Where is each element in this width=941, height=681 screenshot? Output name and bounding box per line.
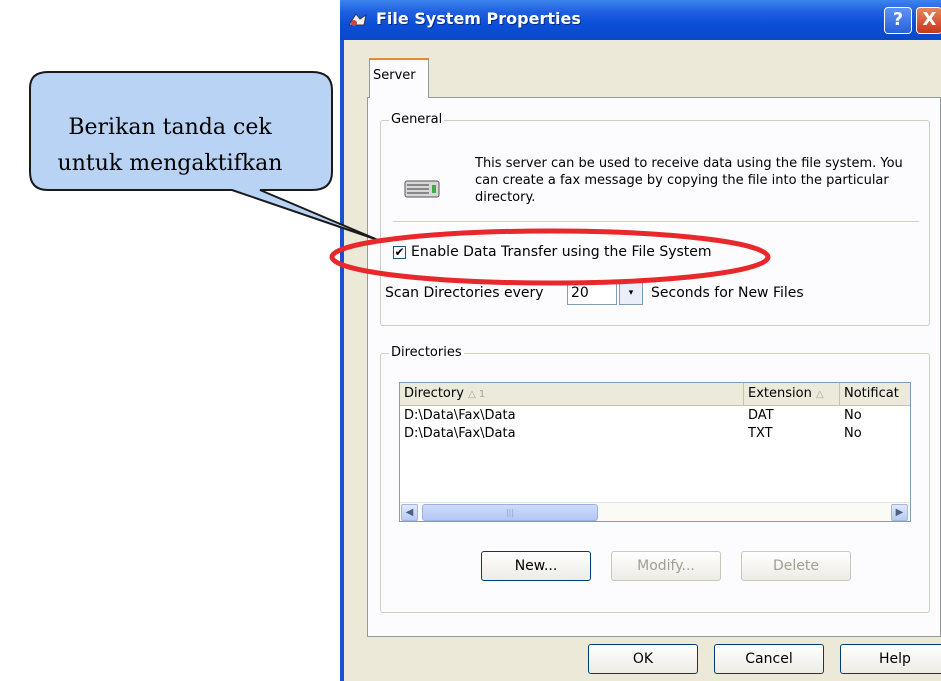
column-header-notification[interactable]: Notificat (840, 383, 910, 405)
extension-cell: DAT (748, 408, 774, 423)
dialog-client: General This server can be used to recei… (344, 40, 941, 681)
directories-list[interactable]: Directory △ 1 Extension △ Notificat D:\D… (399, 382, 911, 522)
separator (393, 221, 919, 223)
sort-indicator: △ 1 (468, 389, 486, 400)
close-button[interactable]: X (916, 7, 941, 34)
general-group: General This server can be used to recei… (380, 112, 930, 326)
table-row[interactable]: D:\Data\Fax\Data DAT No (400, 407, 910, 425)
help-button[interactable]: Help (840, 644, 941, 674)
table-row[interactable]: D:\Data\Fax\Data TXT No (400, 425, 910, 443)
scan-interval-spinner[interactable]: ▾ (619, 281, 643, 305)
directories-group: Directories Directory △ 1 Extension △ No… (380, 345, 930, 613)
delete-directory-button[interactable]: Delete (741, 551, 851, 581)
ok-button[interactable]: OK (588, 644, 698, 674)
extension-cell: TXT (748, 426, 773, 441)
horizontal-scrollbar[interactable]: ◀ ||| ▶ (400, 502, 910, 521)
modify-directory-button[interactable]: Modify... (611, 551, 721, 581)
column-header-label: Notificat (844, 386, 899, 401)
column-header-label: Directory (404, 386, 464, 401)
app-icon (348, 13, 367, 26)
callout-line: Berikan tanda cek (68, 115, 272, 140)
window-title: File System Properties (376, 9, 581, 28)
scroll-thumb[interactable]: ||| (422, 504, 598, 521)
tab-panel: General This server can be used to recei… (367, 97, 941, 637)
directory-cell: D:\Data\Fax\Data (404, 426, 516, 441)
directory-cell: D:\Data\Fax\Data (404, 408, 516, 423)
scan-interval-unit-label: Seconds for New Files (651, 285, 804, 301)
column-header-directory[interactable]: Directory △ 1 (400, 383, 744, 405)
title-help-button[interactable]: ? (884, 7, 912, 34)
notification-cell: No (844, 408, 862, 423)
enable-transfer-label[interactable]: Enable Data Transfer using the File Syst… (411, 244, 712, 260)
scroll-left-icon[interactable]: ◀ (401, 504, 418, 521)
list-header: Directory △ 1 Extension △ Notificat (400, 383, 910, 406)
scan-interval-input[interactable]: 20 (567, 281, 617, 305)
scroll-right-icon[interactable]: ▶ (891, 504, 908, 521)
column-header-extension[interactable]: Extension △ (744, 383, 840, 405)
notification-cell: No (844, 426, 862, 441)
sort-indicator: △ (815, 389, 824, 400)
general-group-label: General (389, 112, 445, 127)
title-bar[interactable]: File System Properties ? X (340, 0, 941, 40)
tab-server[interactable]: Server (369, 58, 429, 98)
cancel-button[interactable]: Cancel (714, 644, 824, 674)
scan-interval-label: Scan Directories every (385, 285, 544, 301)
column-header-label: Extension (748, 386, 812, 401)
server-icon (404, 180, 440, 198)
dialog-window: File System Properties ? X General This … (340, 0, 941, 681)
callout-line: untuk mengaktifkan (57, 151, 283, 176)
directories-group-label: Directories (389, 345, 464, 360)
callout-text: Berikan tanda cek untuk mengaktifkan (20, 110, 320, 182)
enable-transfer-checkbox[interactable]: ✔ (393, 246, 406, 259)
general-description: This server can be used to receive data … (475, 156, 903, 205)
new-directory-button[interactable]: New... (481, 551, 591, 581)
